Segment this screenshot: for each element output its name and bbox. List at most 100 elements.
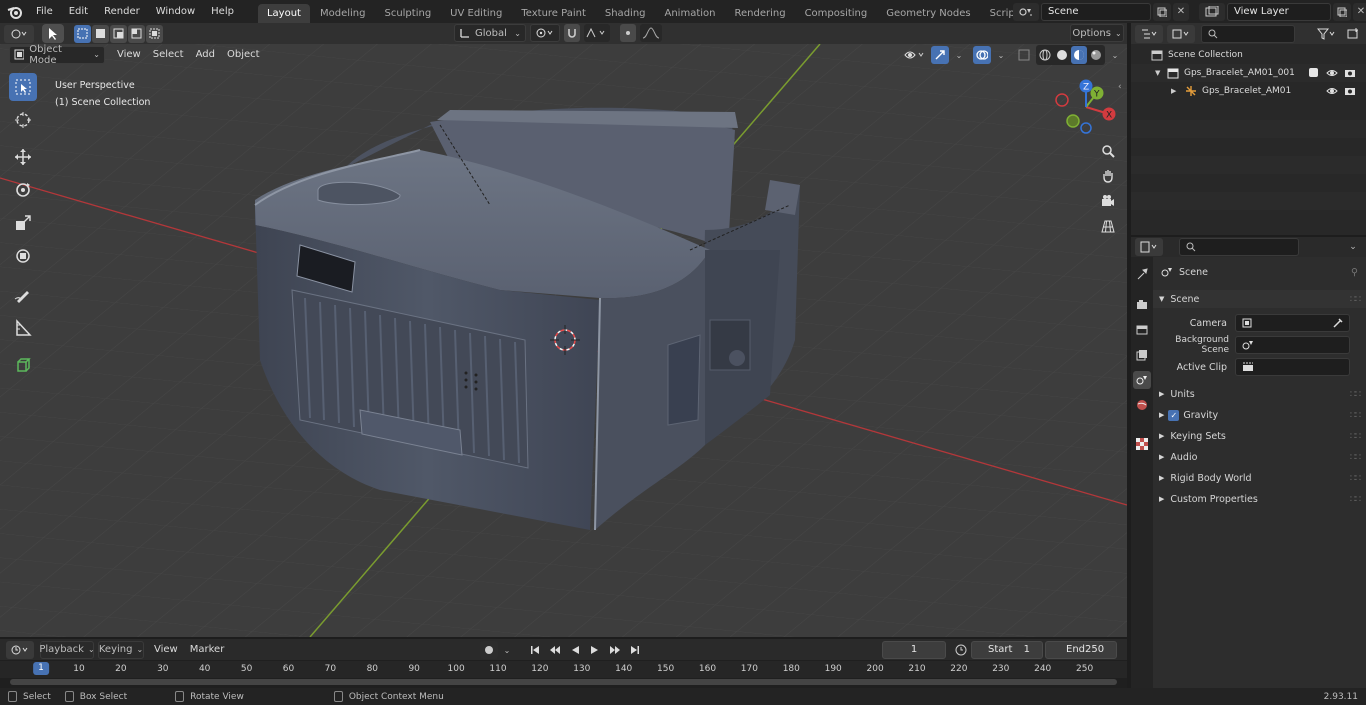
- tab-geometry-nodes[interactable]: Geometry Nodes: [877, 4, 979, 23]
- overlays-dropdown-icon[interactable]: ⌄: [994, 46, 1008, 64]
- tab-layout[interactable]: Layout: [257, 4, 310, 23]
- jump-start-icon[interactable]: [526, 641, 544, 659]
- panel-gravity[interactable]: ▶ ✓ Gravity ∷∷: [1153, 406, 1366, 424]
- panel-custom-properties[interactable]: ▶ Custom Properties ∷∷: [1153, 490, 1366, 508]
- camera-field[interactable]: [1235, 314, 1350, 332]
- annotate-tool-icon[interactable]: [9, 281, 37, 309]
- view-layer-close-icon[interactable]: ✕: [1353, 2, 1366, 21]
- menu-object[interactable]: Object: [221, 44, 266, 65]
- background-scene-field[interactable]: [1235, 336, 1350, 354]
- visibility-icon[interactable]: [902, 46, 928, 64]
- preview-range-icon[interactable]: [953, 641, 969, 659]
- snap-target-icon[interactable]: [584, 24, 610, 42]
- drag-handle-icon[interactable]: ∷∷: [1350, 452, 1361, 463]
- view-layer-tab-icon[interactable]: [1133, 346, 1151, 364]
- panel-rigid-body-world[interactable]: ▶ Rigid Body World ∷∷: [1153, 469, 1366, 487]
- frame-ruler[interactable]: 1 10 20 30 40 50 60 70 80 90 100 110 120 130 140 150 160…: [0, 661, 1127, 678]
- scene-close-icon[interactable]: ✕: [1173, 2, 1189, 21]
- tool-tab-icon[interactable]: [1133, 265, 1151, 283]
- play-icon[interactable]: [586, 641, 604, 659]
- scene-browse-icon[interactable]: [1013, 2, 1039, 21]
- pivot-point-icon[interactable]: [530, 24, 560, 42]
- panel-audio[interactable]: ▶ Audio ∷∷: [1153, 448, 1366, 466]
- tab-sculpting[interactable]: Sculpting: [375, 4, 440, 23]
- keying-menu[interactable]: Keying ⌄: [98, 640, 144, 659]
- select-subtract-icon[interactable]: [110, 24, 127, 43]
- render-tab-icon[interactable]: [1133, 296, 1151, 314]
- panel-keying-sets[interactable]: ▶ Keying Sets ∷∷: [1153, 427, 1366, 445]
- drag-handle-icon[interactable]: ∷∷: [1350, 494, 1361, 505]
- end-frame-field[interactable]: End 250: [1045, 641, 1117, 659]
- zoom-icon[interactable]: [1097, 140, 1119, 162]
- tab-modeling[interactable]: Modeling: [311, 4, 375, 23]
- rendered-shading-icon[interactable]: [1088, 46, 1104, 64]
- menu-file[interactable]: File: [28, 0, 61, 23]
- menu-edit[interactable]: Edit: [61, 0, 96, 23]
- drag-handle-icon[interactable]: ∷∷: [1350, 431, 1361, 442]
- outliner-row-collection[interactable]: ▼ Gps_Bracelet_AM01_001: [1131, 64, 1366, 82]
- gizmo-toggle-icon[interactable]: [931, 46, 949, 64]
- next-keyframe-icon[interactable]: [606, 641, 624, 659]
- playback-menu[interactable]: Playback ⌄: [39, 640, 95, 659]
- proportional-edit-icon[interactable]: [620, 24, 636, 42]
- material-shading-icon[interactable]: [1071, 46, 1087, 64]
- mode-dropdown[interactable]: Object Mode ⌄: [9, 44, 105, 66]
- drag-handle-icon[interactable]: ∷∷: [1350, 410, 1361, 421]
- display-mode-icon[interactable]: [1167, 24, 1195, 43]
- panel-units[interactable]: ▶ Units ∷∷: [1153, 385, 1366, 403]
- play-reverse-icon[interactable]: [566, 641, 584, 659]
- drag-handle-icon[interactable]: ∷∷: [1350, 294, 1361, 305]
- exclude-checkbox[interactable]: [1309, 68, 1318, 77]
- tab-animation[interactable]: Animation: [656, 4, 725, 23]
- timeline-marker-menu[interactable]: Marker: [184, 639, 231, 660]
- auto-key-dropdown-icon[interactable]: ⌄: [500, 641, 514, 659]
- prev-keyframe-icon[interactable]: [546, 641, 564, 659]
- select-box-tool-icon[interactable]: [9, 73, 37, 101]
- tab-texture-paint[interactable]: Texture Paint: [512, 4, 595, 23]
- menu-add[interactable]: Add: [190, 44, 221, 65]
- properties-editor-type-icon[interactable]: [1135, 238, 1163, 256]
- outliner-editor-type-icon[interactable]: [1135, 24, 1163, 43]
- menu-window[interactable]: Window: [148, 0, 203, 23]
- add-cube-tool-icon[interactable]: [9, 351, 37, 379]
- outliner-row-object[interactable]: ▶ Gps_Bracelet_AM01: [1131, 82, 1366, 100]
- select-extend-icon[interactable]: [92, 24, 109, 43]
- panel-scene-header[interactable]: ▼ Scene ∷∷: [1153, 290, 1366, 308]
- tab-compositing[interactable]: Compositing: [796, 4, 877, 23]
- start-frame-field[interactable]: Start 1: [971, 641, 1043, 659]
- transform-tool-icon[interactable]: [9, 242, 37, 270]
- auto-key-icon[interactable]: [480, 641, 498, 659]
- texture-tab-icon[interactable]: [1133, 435, 1151, 453]
- gravity-checkbox[interactable]: ✓: [1168, 409, 1180, 421]
- cursor-tool-icon[interactable]: [9, 106, 37, 134]
- transform-orientation-dropdown[interactable]: Global ⌄: [454, 24, 526, 42]
- menu-select[interactable]: Select: [147, 44, 190, 65]
- menu-view[interactable]: View: [111, 44, 147, 65]
- pin-icon[interactable]: ⚲: [1351, 267, 1358, 278]
- ortho-grid-icon[interactable]: [1097, 215, 1119, 237]
- scene-name-field[interactable]: Scene: [1041, 2, 1151, 21]
- sidebar-toggle-icon[interactable]: ‹: [1118, 82, 1122, 92]
- output-tab-icon[interactable]: [1133, 321, 1151, 339]
- jump-end-icon[interactable]: [626, 641, 644, 659]
- properties-search-input[interactable]: [1179, 238, 1299, 256]
- scene-copy-icon[interactable]: [1153, 2, 1171, 21]
- scale-tool-icon[interactable]: [9, 209, 37, 237]
- view-layer-browse-icon[interactable]: [1199, 2, 1225, 21]
- properties-options-icon[interactable]: ⌄: [1344, 238, 1362, 256]
- measure-tool-icon[interactable]: [9, 314, 37, 342]
- drag-handle-icon[interactable]: ∷∷: [1350, 473, 1361, 484]
- wireframe-shading-icon[interactable]: [1037, 46, 1053, 64]
- menu-help[interactable]: Help: [203, 0, 242, 23]
- outliner-search-input[interactable]: [1201, 24, 1295, 43]
- world-tab-icon[interactable]: [1133, 396, 1151, 414]
- current-frame-field[interactable]: 1: [882, 641, 946, 659]
- falloff-icon[interactable]: [640, 24, 662, 42]
- select-tool-icon[interactable]: [42, 24, 64, 43]
- solid-shading-icon[interactable]: [1054, 46, 1070, 64]
- rotate-tool-icon[interactable]: [9, 176, 37, 204]
- xray-icon[interactable]: [1015, 46, 1033, 64]
- pan-hand-icon[interactable]: [1097, 165, 1119, 187]
- menu-render[interactable]: Render: [96, 0, 148, 23]
- tab-uv-editing[interactable]: UV Editing: [441, 4, 511, 23]
